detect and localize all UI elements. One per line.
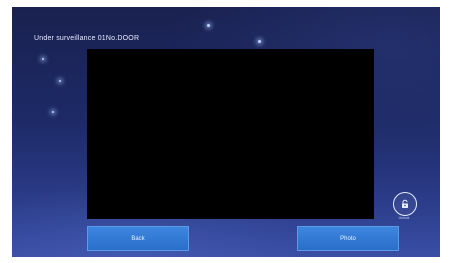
video-feed <box>87 49 374 219</box>
star-sparkle <box>258 40 261 43</box>
star-sparkle <box>59 80 61 82</box>
star-sparkle <box>207 24 210 27</box>
surveillance-title: Under surveillance 01No.DOOR <box>34 35 140 42</box>
unlock-button[interactable] <box>393 192 417 216</box>
unlock-label: Unlock <box>398 216 410 220</box>
star-sparkle <box>42 58 44 60</box>
back-button[interactable]: Back <box>87 226 189 251</box>
lock-icon <box>402 199 408 208</box>
intercom-screen: Under surveillance 01No.DOOR Unlock Back… <box>12 7 440 257</box>
star-sparkle <box>52 111 54 113</box>
photo-button[interactable]: Photo <box>297 226 399 251</box>
